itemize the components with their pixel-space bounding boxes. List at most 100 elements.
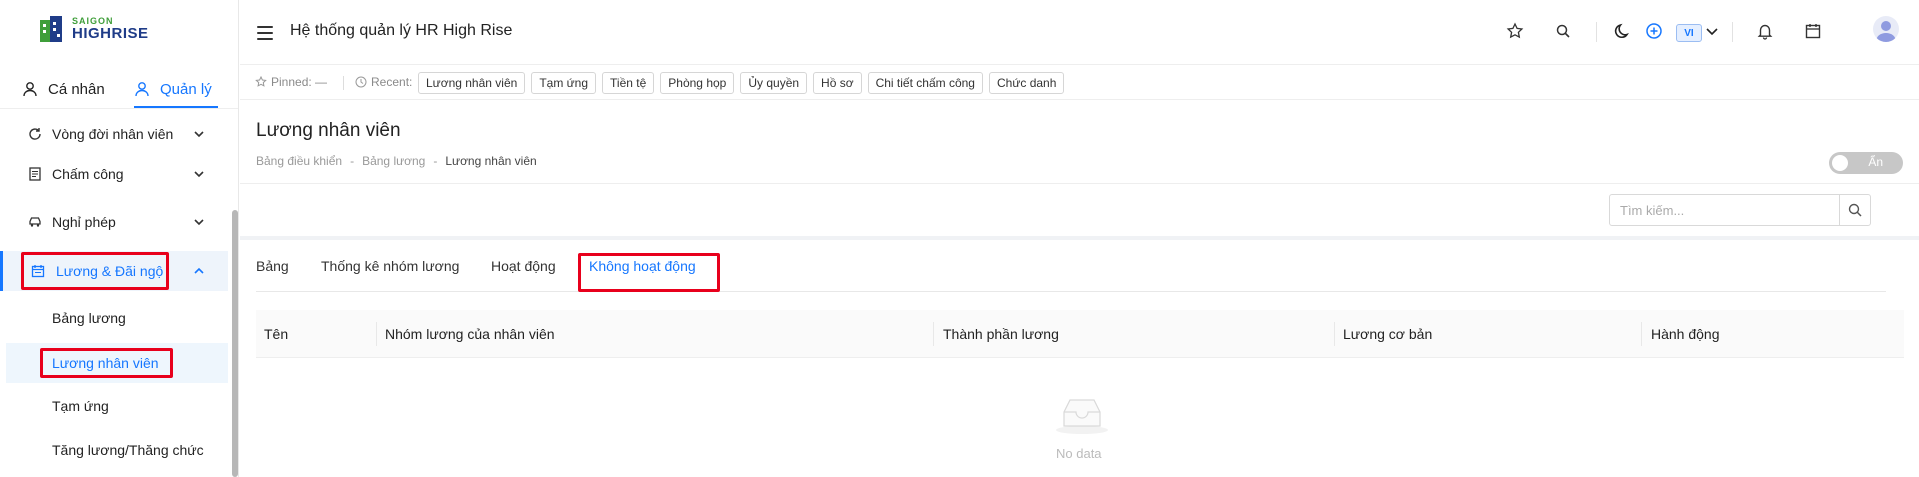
search-icon[interactable]	[1554, 22, 1572, 40]
column-header-actions[interactable]: Hành động	[1651, 310, 1720, 358]
table-empty-state: No data	[256, 358, 1904, 477]
empty-inbox-icon	[1056, 399, 1108, 434]
pinned-section: Pinned: —	[255, 75, 327, 89]
recent-chip[interactable]: Tạm ứng	[531, 72, 597, 94]
chevron-down-icon[interactable]	[1705, 24, 1719, 38]
sidebar-scrollbar[interactable]	[232, 210, 238, 477]
recent-chip[interactable]: Lương nhân viên	[418, 72, 526, 94]
breadcrumb-separator: -	[350, 154, 355, 168]
brand-line2: HIGHRISE	[72, 25, 149, 42]
content-card: Bảng Thống kê nhóm lương Hoạt động Không…	[240, 240, 1919, 477]
brand-text: SAIGON HIGHRISE	[72, 17, 149, 42]
page-header: Lương nhân viên Bảng điều khiển - Bảng l…	[240, 100, 1919, 184]
tab-table[interactable]: Bảng	[256, 240, 289, 292]
car-icon	[29, 217, 41, 227]
chevron-up-icon	[194, 267, 204, 274]
recent-chip[interactable]: Phòng họp	[660, 72, 735, 94]
column-header-base-salary[interactable]: Lương cơ bản	[1343, 310, 1432, 358]
sidebar-subitem-advance[interactable]: Tạm ứng	[0, 386, 228, 426]
recent-bar: Pinned: — Recent: Lương nhân viên Tạm ứn…	[240, 64, 1919, 100]
toggle-label: Ẩn	[1868, 155, 1883, 169]
breadcrumb: Bảng điều khiển - Bảng lương - Lương nhâ…	[256, 154, 537, 168]
clock-icon	[355, 76, 367, 88]
column-separator	[1641, 322, 1642, 346]
user-icon	[135, 82, 149, 97]
column-separator	[376, 322, 377, 346]
tab-personal-label: Cá nhân	[48, 80, 105, 98]
tab-inactive[interactable]: Không hoạt động	[589, 240, 696, 292]
calendar-icon	[31, 265, 45, 278]
recent-label: Recent:	[371, 75, 413, 89]
mode-tabs: Cá nhân Quản lý	[0, 70, 238, 108]
hide-toggle[interactable]: Ẩn	[1829, 152, 1903, 174]
tab-active[interactable]: Hoạt động	[491, 240, 556, 292]
empty-text: No data	[1056, 446, 1102, 461]
app-title: Hệ thống quản lý HR High Rise	[290, 22, 513, 39]
recent-separator	[343, 76, 344, 90]
brand-logo[interactable]: SAIGON HIGHRISE	[38, 12, 168, 46]
sidebar-item-leave[interactable]: Nghỉ phép	[0, 202, 228, 242]
sidebar-subitem-label: Tạm ứng	[52, 398, 109, 414]
column-header-salary-component[interactable]: Thành phần lương	[943, 310, 1059, 358]
salary-table: Tên Nhóm lương của nhân viên Thành phần …	[256, 310, 1904, 461]
bell-icon[interactable]	[1756, 22, 1774, 40]
sidebar-item-label: Lương & Đãi ngộ	[56, 263, 164, 279]
sidebar: SAIGON HIGHRISE Cá nhân Quản lý Vòng đời…	[0, 0, 239, 477]
pinned-value: —	[315, 75, 328, 89]
search-icon	[1848, 203, 1862, 217]
language-badge[interactable]: VI	[1676, 24, 1702, 42]
menu-toggle-icon[interactable]	[257, 26, 273, 40]
search-box	[1609, 194, 1871, 226]
sidebar-subitem-label: Tăng lương/Thăng chức	[52, 442, 204, 458]
sidebar-item-attendance[interactable]: Chấm công	[0, 154, 228, 194]
sidebar-item-label: Nghỉ phép	[52, 214, 116, 230]
recent-chip[interactable]: Chi tiết chấm công	[867, 72, 983, 94]
content-tabs: Bảng Thống kê nhóm lương Hoạt động Không…	[256, 240, 1886, 292]
sidebar-subitem-payroll[interactable]: Bảng lương	[0, 298, 228, 338]
avatar[interactable]	[1873, 16, 1899, 42]
chevron-down-icon	[194, 131, 204, 138]
sidebar-subitem-employee-salary[interactable]: Lương nhân viên	[6, 343, 228, 383]
recent-chip[interactable]: Tiền tệ	[602, 72, 655, 94]
sidebar-item-salary-benefits[interactable]: Lương & Đãi ngộ	[0, 251, 228, 291]
document-icon	[29, 167, 41, 181]
toggle-knob	[1832, 155, 1848, 171]
calendar-icon[interactable]	[1804, 22, 1822, 40]
plus-circle-icon[interactable]	[1645, 22, 1663, 40]
tab-manage-label: Quản lý	[160, 80, 212, 98]
tab-personal[interactable]: Cá nhân	[22, 70, 105, 108]
avatar-user-icon	[1876, 21, 1896, 42]
sidebar-item-label: Chấm công	[52, 166, 124, 182]
sidebar-subitem-label: Lương nhân viên	[52, 355, 159, 371]
breadcrumb-current: Lương nhân viên	[445, 154, 537, 168]
header-separator	[1596, 22, 1597, 42]
column-header-salary-group[interactable]: Nhóm lương của nhân viên	[385, 310, 555, 358]
breadcrumb-item[interactable]: Bảng lương	[362, 154, 425, 168]
sidebar-item-label: Vòng đời nhân viên	[52, 126, 174, 142]
tab-manage[interactable]: Quản lý	[134, 70, 218, 108]
recent-section: Recent:	[355, 75, 412, 89]
sidebar-subitem-label: Bảng lương	[52, 310, 126, 326]
recent-chip[interactable]: Hồ sơ	[813, 72, 862, 94]
star-icon	[255, 76, 267, 87]
chevron-down-icon	[194, 171, 204, 178]
page-title: Lương nhân viên	[256, 120, 401, 141]
tab-salary-group-stats[interactable]: Thống kê nhóm lương	[321, 240, 459, 292]
breadcrumb-item[interactable]: Bảng điều khiển	[256, 154, 342, 168]
sidebar-item-employee-lifecycle[interactable]: Vòng đời nhân viên	[0, 114, 228, 154]
sidebar-subitem-raise-promotion[interactable]: Tăng lương/Thăng chức	[0, 430, 228, 470]
user-icon	[23, 82, 37, 97]
highrise-logo-icon	[38, 14, 66, 44]
search-button[interactable]	[1839, 195, 1870, 225]
recent-chip[interactable]: Chức danh	[988, 72, 1065, 94]
moon-icon[interactable]	[1614, 22, 1632, 40]
header-separator	[1732, 22, 1733, 42]
search-row	[240, 184, 1919, 236]
breadcrumb-separator: -	[433, 154, 438, 168]
star-icon[interactable]	[1506, 22, 1524, 40]
pinned-label: Pinned:	[271, 75, 312, 89]
recent-chip[interactable]: Ủy quyền	[740, 72, 808, 94]
column-separator	[1334, 322, 1335, 346]
column-header-name[interactable]: Tên	[264, 310, 288, 358]
search-input[interactable]	[1610, 195, 1840, 225]
